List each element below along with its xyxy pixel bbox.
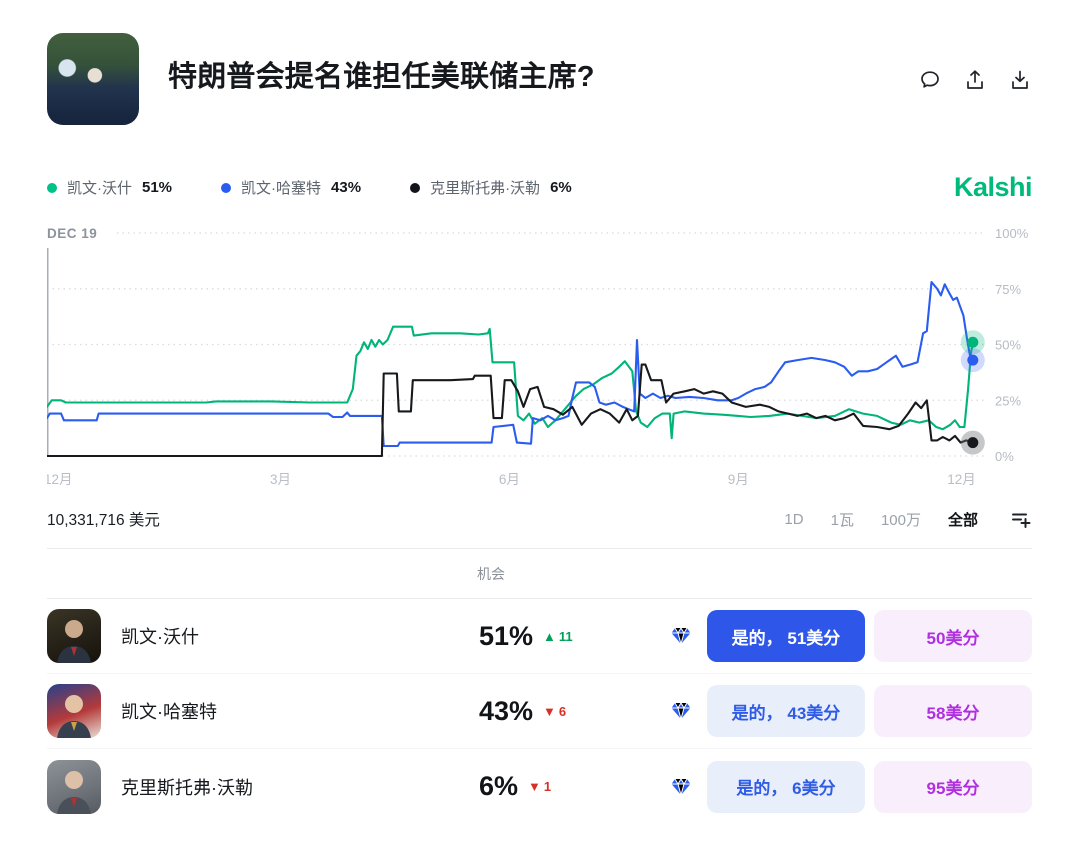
share-icon[interactable]: [963, 68, 987, 92]
svg-text:DEC 19: DEC 19: [47, 226, 97, 241]
svg-text:100%: 100%: [995, 226, 1029, 241]
chance-column-header: 机会: [477, 564, 505, 584]
buy-no-button[interactable]: 58美分: [874, 685, 1032, 737]
legend-item-waller[interactable]: 克里斯托弗·沃勒 6%: [410, 177, 572, 198]
chart-legend: 凯文·沃什 51% 凯文·哈塞特 43% 克里斯托弗·沃勒 6%: [47, 177, 954, 198]
change-badge: ▼6: [543, 704, 566, 719]
pct-block: 51% ▲11: [479, 621, 671, 652]
svg-text:12月: 12月: [947, 472, 976, 487]
compare-add-icon[interactable]: [1010, 508, 1032, 530]
outcome-pct: 43%: [479, 696, 533, 727]
range-1m[interactable]: 100万: [881, 509, 921, 530]
price-chart-svg: 100% 75% 50% 25% 0% DEC 19 12月 3月 6月 9月 12月: [47, 226, 1032, 492]
table-row-warsh: 凯文·沃什 51% ▲11 是的， 51美分 50美分: [47, 599, 1032, 674]
range-1w[interactable]: 1瓦: [831, 509, 854, 530]
pct-block: 43% ▼6: [479, 696, 671, 727]
avatar: [47, 684, 101, 738]
legend-label: 凯文·哈塞特: [241, 177, 321, 198]
outcome-name: 凯文·哈塞特: [121, 698, 479, 724]
outcome-pct: 6%: [479, 771, 518, 802]
svg-text:50%: 50%: [995, 338, 1021, 353]
svg-text:25%: 25%: [995, 393, 1021, 408]
legend-dot-black: [410, 183, 420, 193]
pct-block: 6% ▼1: [479, 771, 671, 802]
legend-row: 凯文·沃什 51% 凯文·哈塞特 43% 克里斯托弗·沃勒 6% Kalshi: [47, 172, 1032, 203]
volume-text: 10,331,716 美元: [47, 508, 784, 530]
change-badge: ▼1: [528, 779, 551, 794]
change-arrow: ▼: [528, 779, 541, 794]
range-selector: 1D 1瓦 100万 全部: [784, 508, 1032, 530]
table-row-hassett: 凯文·哈塞特 43% ▼6 是的， 43美分 58美分: [47, 674, 1032, 749]
change-arrow: ▼: [543, 704, 556, 719]
change-badge: ▲11: [543, 629, 573, 644]
buy-yes-button[interactable]: 是的， 43美分: [707, 685, 865, 737]
outcome-pct: 51%: [479, 621, 533, 652]
table-header-row: 机会: [47, 549, 1032, 599]
legend-dot-green: [47, 183, 57, 193]
legend-label: 凯文·沃什: [67, 177, 132, 198]
svg-text:3月: 3月: [270, 472, 291, 487]
svg-text:75%: 75%: [995, 282, 1021, 297]
legend-item-warsh[interactable]: 凯文·沃什 51%: [47, 177, 172, 198]
svg-text:0%: 0%: [995, 449, 1014, 464]
legend-value: 51%: [142, 179, 172, 196]
change-arrow: ▲: [543, 629, 556, 644]
kalshi-logo: Kalshi: [954, 172, 1032, 203]
svg-text:6月: 6月: [499, 472, 520, 487]
gem-icon[interactable]: [671, 778, 691, 796]
market-image: [47, 33, 139, 125]
gem-icon[interactable]: [671, 627, 691, 645]
legend-value: 43%: [331, 179, 361, 196]
svg-text:9月: 9月: [728, 472, 749, 487]
market-header: 特朗普会提名谁担任美联储主席?: [47, 33, 1032, 125]
range-all[interactable]: 全部: [948, 509, 978, 530]
download-icon[interactable]: [1008, 68, 1032, 92]
outcomes-table: 机会 凯文·沃什 51% ▲11 是的， 51美分 50美分 凯文·哈塞特 43…: [47, 548, 1032, 824]
legend-value: 6%: [550, 179, 572, 196]
volume-row: 10,331,716 美元 1D 1瓦 100万 全部: [47, 508, 1032, 530]
svg-text:12月: 12月: [47, 472, 73, 487]
buy-yes-button[interactable]: 是的， 51美分: [707, 610, 865, 662]
table-row-waller: 克里斯托弗·沃勒 6% ▼1 是的， 6美分 95美分: [47, 749, 1032, 824]
page-title: 特朗普会提名谁担任美联储主席?: [168, 53, 918, 95]
buy-yes-button[interactable]: 是的， 6美分: [707, 761, 865, 813]
gem-icon[interactable]: [671, 702, 691, 720]
market-page: 特朗普会提名谁担任美联储主席? 凯文·沃什 51% 凯文·哈塞特 43: [0, 0, 1080, 824]
header-actions: [918, 68, 1032, 92]
legend-item-hassett[interactable]: 凯文·哈塞特 43%: [221, 177, 361, 198]
buy-no-button[interactable]: 95美分: [874, 761, 1032, 813]
comment-icon[interactable]: [918, 68, 942, 92]
outcome-name: 克里斯托弗·沃勒: [121, 774, 479, 800]
range-1d[interactable]: 1D: [784, 511, 803, 528]
avatar: [47, 609, 101, 663]
outcome-name: 凯文·沃什: [121, 623, 479, 649]
avatar: [47, 760, 101, 814]
legend-dot-blue: [221, 183, 231, 193]
buy-no-button[interactable]: 50美分: [874, 610, 1032, 662]
legend-label: 克里斯托弗·沃勒: [430, 177, 540, 198]
price-chart[interactable]: 100% 75% 50% 25% 0% DEC 19 12月 3月 6月 9月 12月: [47, 226, 1032, 492]
